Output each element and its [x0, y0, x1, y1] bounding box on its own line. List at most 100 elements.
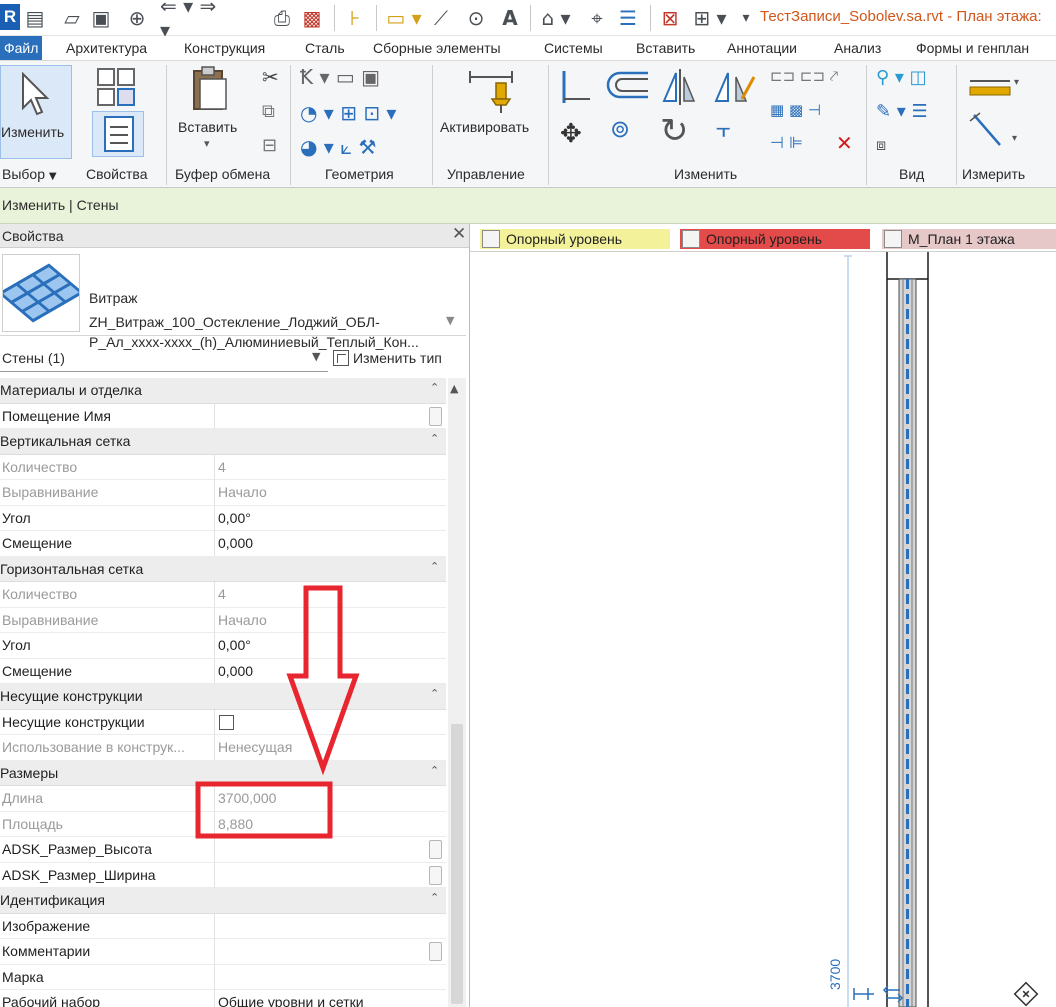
property-row[interactable]: Площадь 8,880 [0, 811, 446, 837]
panel-select-label[interactable]: Выбор ▼ [2, 166, 57, 182]
scroll-up-icon[interactable]: ▲ [450, 382, 458, 395]
property-row[interactable]: Угол 0,00° [0, 505, 446, 531]
contextual-tab-title[interactable]: Изменить | Стены [2, 197, 119, 213]
copy-icon[interactable]: ⧉ [262, 101, 275, 122]
collapse-icon[interactable]: ⌃ [430, 891, 439, 904]
tab-annotate[interactable]: Аннотации [727, 36, 797, 60]
cut-icon[interactable]: ✂ [262, 65, 279, 89]
property-row[interactable]: Рабочий набор Общие уровни и сетки [0, 990, 446, 1007]
match-type-icon[interactable]: ⊟ [262, 135, 277, 156]
collapse-icon[interactable]: ⌃ [430, 764, 439, 777]
property-row[interactable]: ADSK_Размер_Ширина [0, 862, 446, 888]
linework-icon[interactable]: ✎ ▾ ☰ [876, 101, 928, 122]
measure-between-icon[interactable]: ▾ [966, 73, 1022, 99]
type-dropdown-icon[interactable]: ▼ [446, 314, 454, 327]
property-group-header[interactable]: Идентификация ⌃ [0, 888, 446, 914]
paste-icon[interactable] [190, 65, 230, 113]
edit-value-button[interactable] [429, 942, 442, 961]
edit-value-button[interactable] [429, 840, 442, 859]
collapse-icon[interactable]: ⌃ [430, 687, 439, 700]
properties-button[interactable] [92, 111, 144, 157]
collapse-icon[interactable]: ⌃ [430, 432, 439, 445]
sync-icon[interactable]: ⊕ [122, 5, 152, 31]
property-row[interactable]: Изображение [0, 913, 446, 939]
property-row[interactable]: ADSK_Размер_Высота [0, 837, 446, 863]
property-row[interactable]: Использование в конструк... Ненесущая [0, 735, 446, 761]
instance-filter[interactable]: Стены (1) ▼ Изменить тип [0, 342, 466, 372]
move-icon[interactable]: ✥ [560, 119, 582, 149]
structural-checkbox[interactable] [219, 714, 234, 730]
thin-lines-icon[interactable]: ☰ [614, 5, 642, 31]
property-row[interactable]: Смещение 0,000 [0, 658, 446, 684]
property-row[interactable]: Выравнивание Начало [0, 607, 446, 633]
close-icon[interactable]: ✕ [452, 224, 466, 244]
tab-insert[interactable]: Вставить [636, 36, 695, 60]
property-row[interactable]: Количество 4 [0, 454, 446, 480]
trim-icon[interactable]: ⊣ ⊫ [770, 133, 803, 152]
edit-type-button[interactable]: Изменить тип [333, 347, 442, 369]
mirror-axis-icon[interactable] [660, 67, 700, 107]
drawing-view[interactable]: Опорный уровень Опорный уровень М_План 1… [470, 224, 1056, 1007]
property-group-header[interactable]: Материалы и отделка ⌃ [0, 378, 446, 404]
activate-icon[interactable] [466, 67, 516, 115]
property-value[interactable]: 0,00° [218, 637, 251, 653]
property-group-header[interactable]: Размеры ⌃ [0, 760, 446, 786]
undo-icon[interactable]: ⇐ ▾ ⇒ ▾ [160, 0, 220, 42]
type-properties-icon[interactable] [96, 67, 140, 107]
cope-icon[interactable]: Ꝁ ▾ ▭ ▣ [300, 65, 380, 89]
tag-icon[interactable]: ⊙ [464, 5, 488, 31]
flip-control-icon[interactable] [853, 988, 874, 1000]
dimension-value[interactable]: 3700 [827, 959, 843, 990]
property-value[interactable]: 0,00° [218, 510, 251, 526]
property-row[interactable]: Длина 3700,000 [0, 786, 446, 812]
open-icon[interactable]: ▱ [60, 5, 84, 31]
view-tab-floor-plan[interactable]: М_План 1 этажа [882, 229, 1056, 249]
line-icon[interactable]: ⟋ [428, 5, 454, 31]
property-row[interactable]: Угол 0,00° [0, 633, 446, 659]
property-group-header[interactable]: Несущие конструкции ⌃ [0, 684, 446, 710]
aligned-dimension-icon[interactable]: ▾ [966, 111, 1022, 151]
offset-icon[interactable] [606, 69, 650, 103]
paint-icon[interactable]: ⧈ [876, 135, 886, 155]
split-icon[interactable]: ⊏⊐ ⊏⊐ ⤤ [770, 67, 838, 85]
property-row[interactable]: Выравнивание Начало [0, 480, 446, 506]
property-row[interactable]: Комментарии [0, 939, 446, 965]
join-geometry-icon[interactable]: ◕ ▾ ⟀ ⚒ [300, 135, 376, 159]
property-row[interactable]: Смещение 0,000 [0, 531, 446, 557]
array-icon[interactable]: ▦ ▩ ⊣ [770, 101, 821, 119]
scrollbar-thumb[interactable] [451, 724, 463, 1004]
align-icon[interactable] [560, 69, 592, 105]
application-menu-button[interactable]: R [0, 4, 20, 30]
section-icon[interactable]: ⌖ [584, 5, 610, 31]
edit-value-button[interactable] [429, 865, 442, 885]
type-selector[interactable]: Витраж ZH_Витраж_100_Остекление_Лоджий_О… [0, 250, 466, 350]
property-row[interactable]: Помещение Имя [0, 403, 446, 429]
edit-value-button[interactable] [429, 406, 442, 426]
property-group-header[interactable]: Горизонтальная сетка ⌃ [0, 556, 446, 582]
tab-file[interactable]: Файл [0, 36, 43, 60]
drawing-canvas[interactable]: 3700 [470, 252, 1056, 1007]
unpin-icon[interactable] [1013, 981, 1039, 1007]
curtain-wall-element[interactable] [886, 252, 929, 1007]
redo-icon[interactable] [224, 5, 264, 31]
sheet-icon[interactable]: ▩ [300, 5, 324, 31]
property-row[interactable]: Несущие конструкции [0, 709, 446, 735]
dimension-icon[interactable]: ▭ ▾ [384, 5, 424, 31]
chevron-down-icon[interactable]: ▼ [312, 350, 320, 363]
property-value[interactable]: Общие уровни и сетки [218, 994, 364, 1007]
3d-view-icon[interactable]: ⌂ ▾ [538, 5, 574, 31]
paste-dropdown-icon[interactable]: ▾ [204, 137, 210, 150]
trim-extend-icon[interactable]: ⫟ [716, 115, 731, 143]
tab-steel[interactable]: Сталь [305, 36, 345, 60]
home-icon[interactable]: ▤ [24, 5, 46, 31]
collapse-icon[interactable]: ⌃ [430, 560, 439, 573]
tab-architecture[interactable]: Архитектура [66, 36, 147, 60]
collapse-icon[interactable]: ⌃ [430, 381, 439, 394]
property-value[interactable]: 0,000 [218, 663, 253, 679]
tab-systems[interactable]: Системы [544, 36, 603, 60]
property-group-header[interactable]: Вертикальная сетка ⌃ [0, 429, 446, 455]
property-row[interactable]: Марка [0, 964, 446, 990]
tab-structure[interactable]: Конструкция [184, 36, 265, 60]
property-row[interactable]: Количество 4 [0, 582, 446, 608]
mirror-draw-icon[interactable] [712, 67, 756, 107]
